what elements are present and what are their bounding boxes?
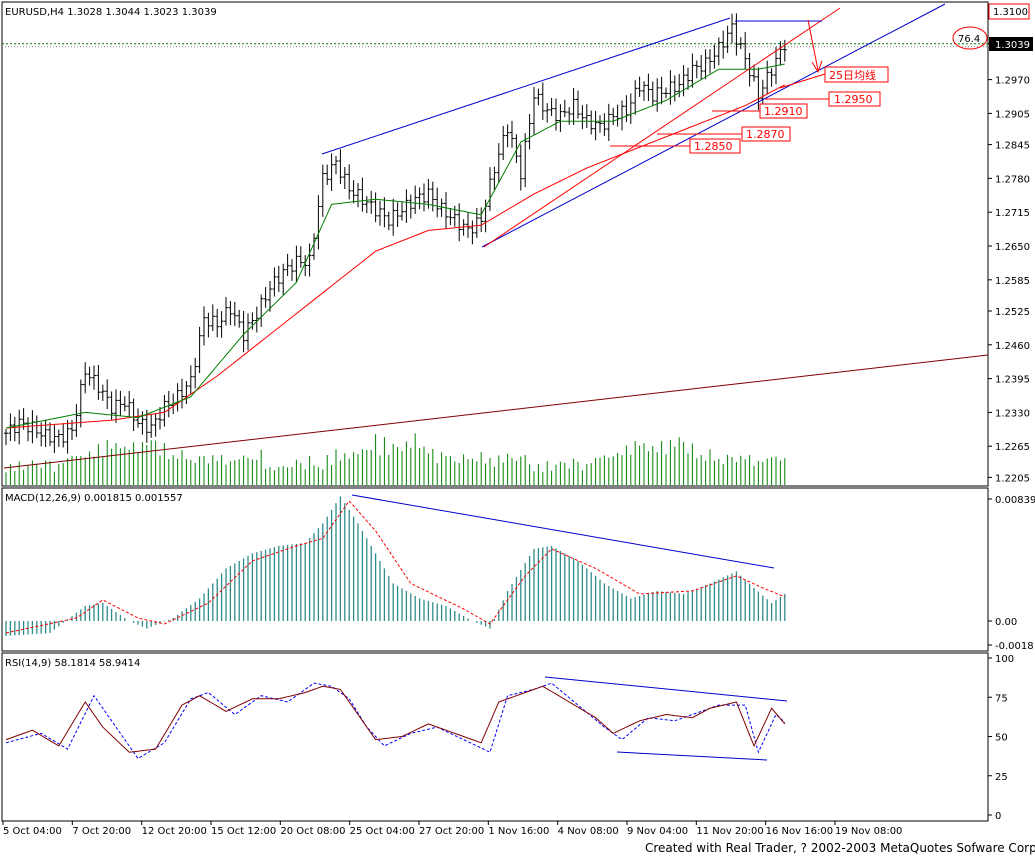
footer-credit: Created with Real Trader, ? 2002-2003 Me… <box>645 841 1035 855</box>
rsi-y-label: 100 <box>995 654 1014 665</box>
rsi-y-label: 75 <box>995 693 1008 704</box>
rsi-panel-frame <box>1 652 989 822</box>
price-y-label: 1.2265 <box>995 442 1030 453</box>
x-tick-label: 20 Oct 08:00 <box>280 826 345 837</box>
price-y-label: 1.2460 <box>995 341 1030 352</box>
price-y-label: 1.2650 <box>995 242 1030 253</box>
price-y-label: 1.2205 <box>995 473 1030 484</box>
rsi-y-label: 25 <box>995 772 1008 783</box>
x-tick-label: 7 Oct 20:00 <box>72 826 131 837</box>
x-tick-label: 16 Nov 16:00 <box>766 826 833 837</box>
x-tick-label: 11 Nov 20:00 <box>696 826 763 837</box>
macd-header: MACD(12,26,9) 0.001815 0.001557 <box>5 493 183 504</box>
price-y-label: 1.2970 <box>995 76 1030 87</box>
axis-layer: 1.2970 1.2905 1.2845 1.2780 1.2715 1.2650 1.25… <box>2 11 1035 837</box>
symbol-header: EURUSD,H4 1.3028 1.3044 1.3023 1.3039 <box>5 7 217 18</box>
rsi-layer <box>5 676 788 761</box>
macd-divergence-line <box>351 494 775 569</box>
ma-short-line <box>5 63 785 429</box>
price-y-label: 1.2525 <box>995 307 1030 318</box>
trading-chart: 1.2970 1.2905 1.2845 1.2780 1.2715 1.2650 1.25… <box>1 1 1035 855</box>
x-tick-label: 19 Nov 08:00 <box>835 826 902 837</box>
annotation-12910: 1.2910 <box>764 105 803 118</box>
marker-value: 76.4 <box>958 34 980 45</box>
price-y-label: 1.2585 <box>995 276 1030 287</box>
forecast-arrow <box>807 19 819 71</box>
x-tick-label: 9 Nov 04:00 <box>627 826 688 837</box>
current-price-label: 1.3039 <box>995 40 1030 51</box>
x-tick-label: 25 Oct 04:00 <box>350 826 415 837</box>
x-tick-label: 1 Nov 16:00 <box>488 826 549 837</box>
x-tick-label: 4 Nov 08:00 <box>558 826 619 837</box>
price-y-label: 1.2780 <box>995 174 1030 185</box>
annotation-ma25: 25日均线 <box>829 68 876 82</box>
x-tick-label: 15 Oct 12:00 <box>211 826 276 837</box>
rsi-header: RSI(14,9) 58.1814 58.9414 <box>5 658 140 669</box>
rsi-y-label: 0 <box>995 811 1001 822</box>
rsi-lower-divergence-line <box>616 751 768 761</box>
macd-panel-frame <box>1 487 989 652</box>
x-tick-label: 5 Oct 04:00 <box>3 826 62 837</box>
price-y-label: 1.2395 <box>995 375 1030 386</box>
rsi-line <box>5 685 786 753</box>
long-trend-line <box>3 354 989 469</box>
macd-signal-line <box>5 500 785 634</box>
high-price-label: 1.3100 <box>993 7 1028 18</box>
x-tick-label: 27 Oct 20:00 <box>419 826 484 837</box>
rsi-signal-line <box>5 682 786 760</box>
macd-y-label: 0.00839 <box>995 495 1035 506</box>
macd-y-label: -0.0018 <box>995 641 1034 652</box>
annotation-12870: 1.2870 <box>746 128 785 141</box>
annotation-12850: 1.2850 <box>694 140 733 153</box>
price-y-label: 1.2715 <box>995 208 1030 219</box>
leader-ma25 <box>779 73 826 89</box>
price-y-label: 1.2330 <box>995 408 1030 419</box>
ma-25-line <box>5 84 786 429</box>
macd-layer <box>5 494 786 636</box>
macd-y-label: 0.00 <box>995 617 1017 628</box>
x-tick-label: 12 Oct 20:00 <box>142 826 207 837</box>
annotation-12950: 1.2950 <box>834 93 873 106</box>
price-y-label: 1.2905 <box>995 109 1030 120</box>
rsi-upper-divergence-line <box>544 676 788 702</box>
rsi-y-label: 50 <box>995 733 1008 744</box>
price-y-label: 1.2845 <box>995 141 1030 152</box>
